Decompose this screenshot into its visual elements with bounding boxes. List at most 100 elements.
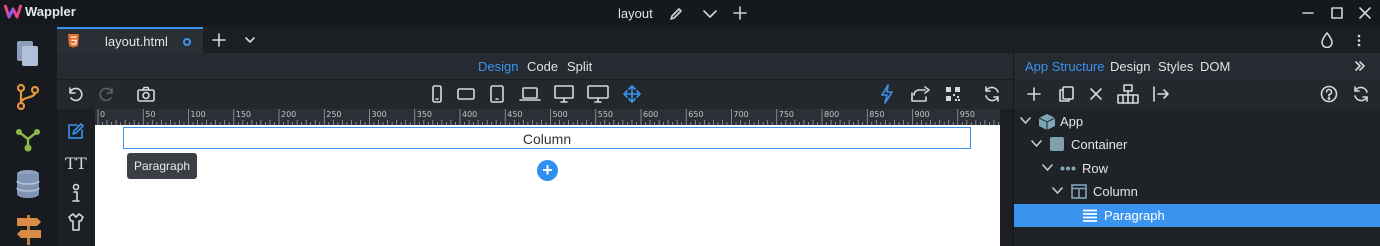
column-element[interactable]: Column <box>123 127 971 149</box>
ruler-label: 750 <box>778 110 795 119</box>
canvas-scrollbar[interactable] <box>1000 109 1013 246</box>
device-laptop-icon[interactable] <box>519 86 541 102</box>
maximize-icon[interactable] <box>1331 7 1343 19</box>
wappler-logo-icon <box>4 4 22 19</box>
add-component-button[interactable]: + <box>537 160 558 181</box>
ruler-label: 350 <box>416 110 433 119</box>
app-logo: Wappler <box>4 3 76 19</box>
html5-icon <box>67 33 80 48</box>
chevron-down-icon[interactable] <box>1042 164 1053 172</box>
close-icon[interactable] <box>1359 7 1371 19</box>
duplicate-icon[interactable] <box>1057 85 1075 103</box>
ruler-label: 200 <box>281 110 297 119</box>
tree-node-paragraph[interactable]: Paragraph <box>1014 204 1380 227</box>
tab-styles[interactable]: Styles <box>1158 59 1193 74</box>
ruler-label: 550 <box>597 110 614 119</box>
view-mode-bar: Design Code Split <box>57 53 1013 80</box>
delete-x-icon[interactable] <box>1089 87 1103 101</box>
more-vertical-icon[interactable] <box>1357 34 1361 47</box>
plus-icon[interactable] <box>733 6 747 20</box>
ruler-label: 950 <box>959 110 976 119</box>
chevron-down-icon[interactable] <box>1020 117 1031 125</box>
tree-node-row[interactable]: Row <box>1014 157 1380 180</box>
ruler-label: 500 <box>552 110 568 119</box>
ruler-label: 150 <box>235 110 252 119</box>
tree-node-column[interactable]: Column <box>1014 180 1380 203</box>
view-mode-split[interactable]: Split <box>567 59 592 74</box>
add-plus-icon[interactable] <box>1027 87 1041 101</box>
window-title: layout <box>618 6 653 21</box>
edit-icon[interactable] <box>66 122 85 141</box>
ruler-label: 650 <box>688 110 704 119</box>
tab-list-chevron-icon[interactable] <box>244 35 256 45</box>
app-name: Wappler <box>25 3 76 19</box>
lightning-icon[interactable] <box>880 84 894 104</box>
square-icon <box>1050 137 1064 151</box>
chevron-down-icon[interactable] <box>702 6 718 22</box>
title-bar: Wappler layout <box>0 0 1380 27</box>
database-icon[interactable] <box>16 169 40 199</box>
ruler-label: 100 <box>190 110 206 119</box>
help-icon[interactable] <box>1320 85 1338 103</box>
share-export-icon[interactable] <box>911 85 931 103</box>
new-tab-plus-icon[interactable] <box>212 33 226 47</box>
refresh-structure-icon[interactable] <box>1352 85 1370 103</box>
edit-pencil-icon[interactable] <box>668 6 684 22</box>
unwrap-arrow-icon[interactable] <box>1152 86 1170 102</box>
files-icon[interactable] <box>15 39 41 67</box>
tab-design[interactable]: Design <box>1110 59 1150 74</box>
design-canvas[interactable]: Column + <box>95 125 1000 246</box>
redo-icon[interactable] <box>98 85 116 103</box>
theme-drop-icon[interactable] <box>1321 32 1333 48</box>
minimize-icon[interactable] <box>1302 7 1314 19</box>
ruler-label: 250 <box>326 110 342 119</box>
wrap-structure-icon[interactable] <box>1117 84 1139 104</box>
tree-node-app[interactable]: App <box>1014 110 1380 133</box>
tree-node-label: Container <box>1071 137 1128 152</box>
structure-toolbar <box>1014 80 1380 109</box>
collapse-double-chevron-icon[interactable] <box>1354 61 1366 71</box>
view-mode-code[interactable]: Code <box>527 59 558 74</box>
columns-icon <box>1071 184 1087 199</box>
view-mode-design[interactable]: Design <box>478 59 518 74</box>
document-tab-bar: layout.html <box>57 27 1380 53</box>
typography-icon[interactable]: TT <box>65 154 87 173</box>
horizontal-ruler: 0 50 100 150 200 250 300 350 400 450 500 550 600 650 7… <box>95 109 1000 125</box>
device-phone-landscape-icon[interactable] <box>457 86 475 102</box>
ruler-label: 450 <box>507 110 523 119</box>
cube-icon <box>1038 113 1056 131</box>
qr-code-icon[interactable] <box>945 86 961 102</box>
git-branch-icon[interactable] <box>16 84 40 110</box>
chevron-down-icon[interactable] <box>1052 187 1063 195</box>
paragraph-icon <box>1082 209 1098 222</box>
column-text: Column <box>522 131 572 147</box>
screenshot-camera-icon[interactable] <box>137 86 155 102</box>
ruler-label: 600 <box>643 110 659 119</box>
ruler-label: 700 <box>733 110 749 119</box>
chevron-down-icon[interactable] <box>1031 140 1042 148</box>
tab-label: layout.html <box>105 34 168 49</box>
tab-dom[interactable]: DOM <box>1200 59 1230 74</box>
shirt-style-icon[interactable] <box>67 212 85 232</box>
device-phone-icon[interactable] <box>431 85 443 103</box>
ruler-label: 0 <box>100 110 106 119</box>
undo-icon[interactable] <box>66 85 84 103</box>
dots-icon <box>1060 166 1076 171</box>
right-panel-tabs: App Structure Design Styles DOM <box>1014 53 1380 80</box>
component-tools-column: TT <box>57 109 95 246</box>
move-arrows-icon[interactable] <box>623 85 641 103</box>
device-tablet-icon[interactable] <box>489 85 505 103</box>
device-large-desktop-icon[interactable] <box>587 85 609 103</box>
tree-node-label: App <box>1060 114 1084 129</box>
refresh-icon[interactable] <box>983 85 1001 103</box>
signpost-icon[interactable] <box>15 213 43 245</box>
tree-node-container[interactable]: Container <box>1014 133 1380 156</box>
left-sidebar <box>0 27 57 246</box>
tab-layout-html[interactable]: layout.html <box>57 27 203 53</box>
device-desktop-icon[interactable] <box>554 85 574 103</box>
workflow-icon[interactable] <box>15 127 41 153</box>
tab-app-structure[interactable]: App Structure <box>1025 59 1105 74</box>
info-figure-icon[interactable] <box>69 183 83 203</box>
ruler-label: 50 <box>145 110 156 119</box>
ruler-label: 300 <box>371 110 387 119</box>
